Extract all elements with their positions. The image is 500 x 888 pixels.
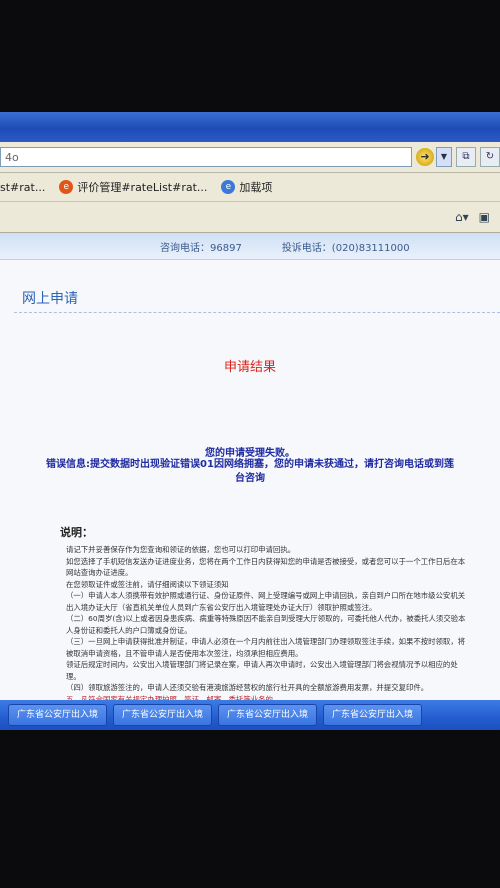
window-titlebar bbox=[0, 112, 500, 142]
windows-taskbar: 广东省公安厅出入境 广东省公安厅出入境 广东省公安厅出入境 广东省公安厅出入境 bbox=[0, 700, 500, 730]
monitor-screen: 4o ➜ ▼ ⧉ ↻ st#rat... e 评价管理#rateList#rat… bbox=[0, 112, 500, 730]
favorite-label: st#rat... bbox=[0, 180, 46, 194]
note-paragraph: （二）60周岁(含)以上或者因身患疾病、病重等特殊原因不能亲自到受理大厅领取的，… bbox=[66, 614, 466, 635]
note-paragraph: 领证后规定时间内，公安出入境管理部门将记录在案，申请人再次申请时，公安出入境管理… bbox=[66, 660, 458, 681]
favorite-item[interactable]: e 加载项 bbox=[221, 179, 272, 195]
note-paragraph: 如您选择了手机短信发送办证进度业务，您将在两个工作日内获得知您的申请是否被接受，… bbox=[66, 556, 466, 578]
go-arrow-icon[interactable]: ➜ bbox=[416, 148, 434, 166]
note-paragraph: 请记下并妥善保存作为您查询和领证的依据，您也可以打印申请回执。 bbox=[66, 545, 296, 554]
hotline-text: 咨询电话：96897 bbox=[160, 242, 242, 254]
notes-section: 请记下并妥善保存作为您查询和领证的依据，您也可以打印申请回执。 如您选择了手机短… bbox=[66, 544, 472, 705]
note-paragraph: （四）领取旅游签注的，申请人还须交验有港澳旅游经营权的旅行社开具的全额旅游费用发… bbox=[66, 683, 429, 692]
note-paragraph: 在您领取证件或签注前，请仔细阅读以下领证须知 bbox=[66, 579, 229, 589]
favorite-page-icon: e bbox=[59, 180, 74, 194]
taskbar-item[interactable]: 广东省公安厅出入境 bbox=[8, 704, 108, 726]
taskbar-item[interactable]: 广东省公安厅出入境 bbox=[218, 704, 318, 726]
page-title: 网上申请 bbox=[22, 291, 78, 307]
feeds-icon[interactable]: ▣ bbox=[479, 210, 490, 224]
failure-message: 您的申请受理失败。 bbox=[205, 448, 295, 459]
error-message: 错误信息:提交数据时出现验证错误01因网络拥塞，您的申请未获通过，请打咨询电话或… bbox=[46, 459, 454, 484]
taskbar-item[interactable]: 广东省公安厅出入境 bbox=[323, 704, 423, 726]
favorite-label: 加载项 bbox=[239, 181, 273, 194]
note-paragraph: （三）一旦网上申请获得批准并制证，申请人必须在一个月内前往出入境管理部门办理领取… bbox=[66, 637, 466, 658]
notes-heading: 说明： bbox=[60, 526, 93, 539]
dropdown-arrow-icon[interactable]: ▼ bbox=[436, 147, 452, 167]
home-icon[interactable]: ⌂▾ bbox=[455, 210, 469, 224]
taskbar-item[interactable]: 广东省公安厅出入境 bbox=[113, 704, 213, 726]
note-paragraph: （一）申请人本人须携带有效护照或通行证、身份证原件、网上受理编号或网上申请回执，… bbox=[66, 591, 466, 612]
favorite-label: 评价管理#rateList#rat... bbox=[77, 181, 208, 194]
address-input[interactable]: 4o bbox=[0, 147, 412, 167]
favorite-item[interactable]: e 评价管理#rateList#rat... bbox=[59, 179, 207, 195]
refresh-icon[interactable]: ↻ bbox=[480, 147, 500, 167]
command-bar: ⌂▾ ▣ bbox=[0, 202, 500, 233]
page-content: 网上申请 申请结果 您的申请受理失败。 错误信息:提交数据时出现验证错误01因网… bbox=[0, 260, 500, 704]
address-bar: 4o ➜ ▼ ⧉ ↻ bbox=[0, 142, 500, 173]
compatibility-view-icon[interactable]: ⧉ bbox=[456, 147, 476, 167]
site-banner: 咨询电话：96897 投诉电话：(020)83111000 bbox=[0, 233, 500, 260]
complaint-hotline-text: 投诉电话：(020)83111000 bbox=[281, 242, 410, 254]
result-title: 申请结果 bbox=[223, 360, 276, 375]
addon-icon: e bbox=[221, 180, 236, 194]
favorite-item[interactable]: st#rat... bbox=[0, 181, 45, 194]
favorites-bar: st#rat... e 评价管理#rateList#rat... e 加载项 bbox=[0, 173, 500, 202]
title-divider bbox=[14, 312, 500, 313]
